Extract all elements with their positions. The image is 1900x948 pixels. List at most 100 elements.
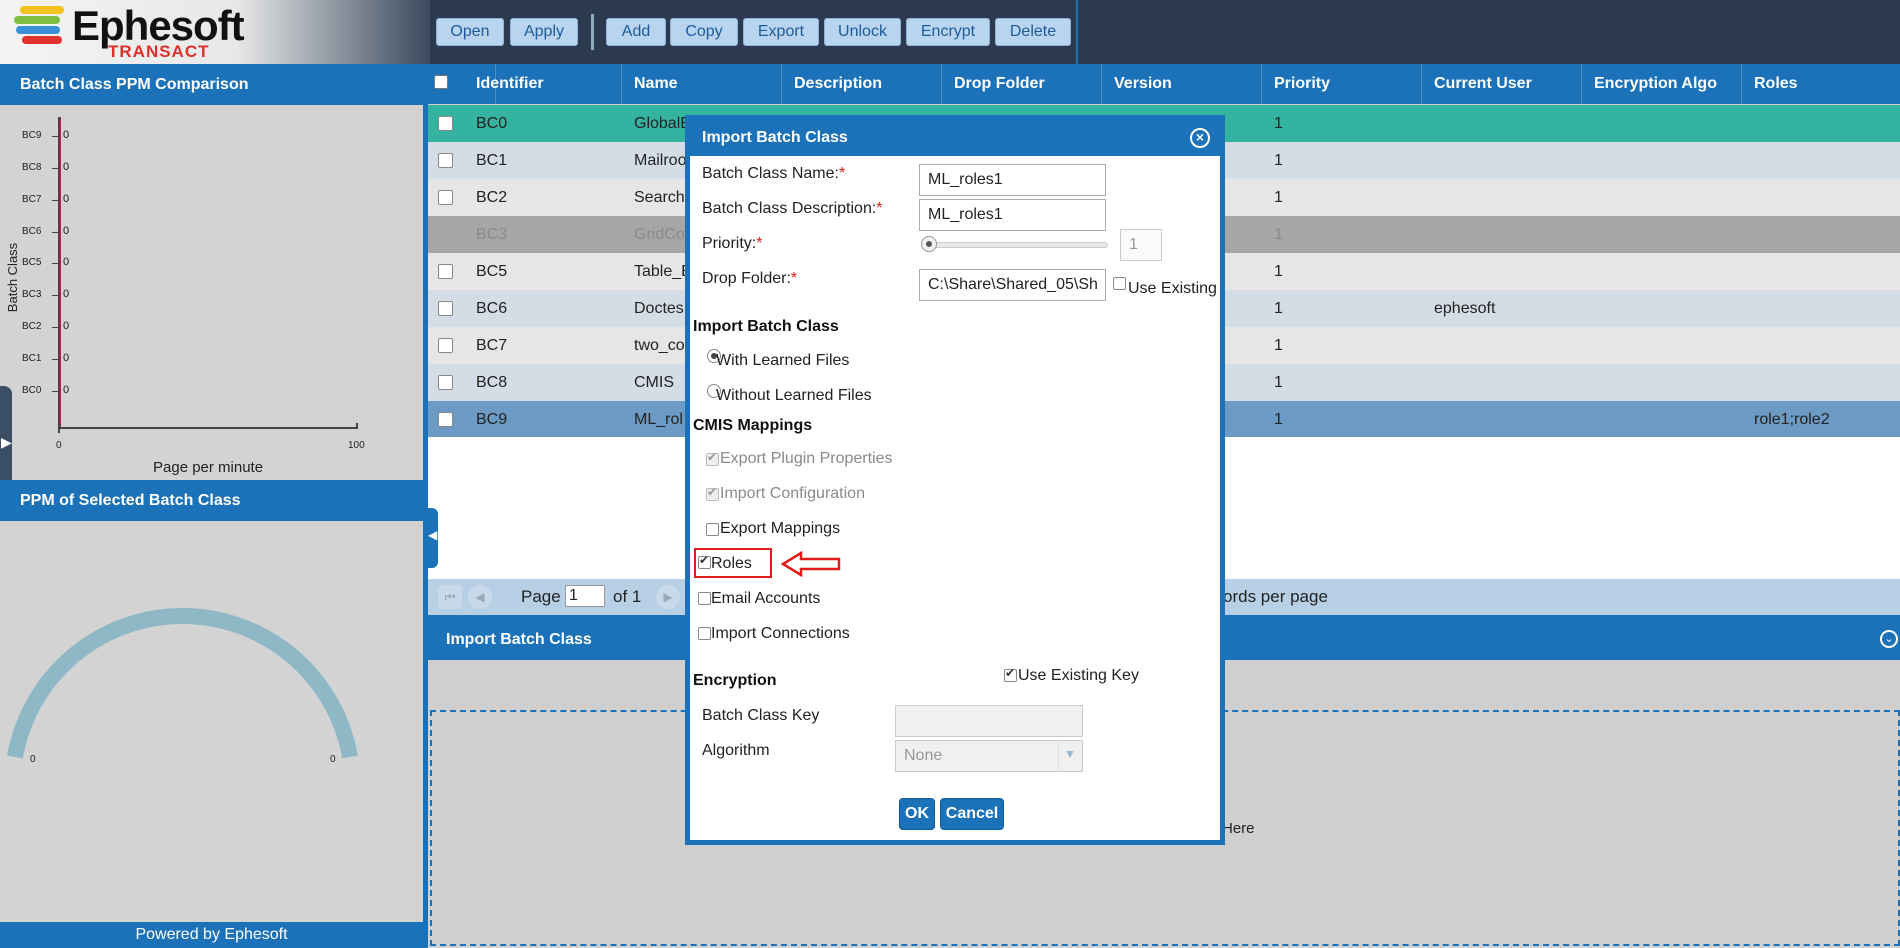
ok-button[interactable]: OK <box>899 798 935 830</box>
col-current-user[interactable]: Current User <box>1422 64 1582 104</box>
export-button[interactable]: Export <box>743 18 819 46</box>
chart-y-label: Batch Class <box>5 242 21 313</box>
batch-class-name-input[interactable]: ML_roles1 <box>919 164 1106 196</box>
cancel-button[interactable]: Cancel <box>940 798 1004 830</box>
chart-series-line <box>60 117 61 429</box>
cell-identifier: BC6 <box>476 300 508 317</box>
batch-class-key-input[interactable] <box>895 705 1083 737</box>
delete-button[interactable]: Delete <box>995 18 1071 46</box>
prev-page-icon[interactable]: ◀ <box>468 585 492 609</box>
first-page-icon[interactable]: ⏮ <box>438 585 462 609</box>
col-roles[interactable]: Roles <box>1742 64 1900 104</box>
export-plugin-properties-checkbox[interactable] <box>706 450 719 466</box>
row-checkbox[interactable] <box>438 375 453 390</box>
row-checkbox[interactable] <box>438 264 453 279</box>
row-checkbox[interactable] <box>438 190 453 205</box>
import-configuration-checkbox[interactable] <box>706 485 719 501</box>
open-button[interactable]: Open <box>436 18 504 46</box>
add-button[interactable]: Add <box>606 18 666 46</box>
use-existing-checkbox[interactable] <box>1113 277 1126 290</box>
cell-priority: 1 <box>1274 226 1283 243</box>
cell-roles <box>1742 179 1900 216</box>
gauge-min: 0 <box>30 754 36 765</box>
col-drop-folder[interactable]: Drop Folder <box>942 64 1102 104</box>
roles-checkbox[interactable] <box>698 553 711 569</box>
bar-value-label: 0 <box>63 320 70 333</box>
priority-slider-handle[interactable] <box>921 236 937 252</box>
page-label: Page <box>521 587 561 606</box>
col-name[interactable]: Name <box>622 64 782 104</box>
with-learned-files-label: With Learned Files <box>716 352 850 369</box>
chart-x-axis <box>58 427 358 429</box>
roles-label: Roles <box>711 555 752 572</box>
bar-value-label: 0 <box>63 192 70 205</box>
use-existing-label: Use Existing <box>1128 280 1217 297</box>
select-all-checkbox[interactable] <box>434 75 448 89</box>
col-version[interactable]: Version <box>1102 64 1262 104</box>
row-checkbox[interactable] <box>438 301 453 316</box>
cell-identifier: BC0 <box>476 115 508 132</box>
y-tick-label: BC7 <box>22 193 42 205</box>
cell-current-user <box>1422 142 1582 179</box>
col-description[interactable]: Description <box>782 64 942 104</box>
ppm-comparison-chart: Batch Class BC9 0 BC8 0 BC7 0 BC6 0 BC5 0 BC3 0 BC2 0… <box>0 105 423 480</box>
cell-current-user <box>1422 105 1582 142</box>
import-configuration-label: Import Configuration <box>720 485 865 502</box>
import-section-title: Import Batch Class <box>693 318 839 335</box>
without-learned-files-label: Without Learned Files <box>716 387 872 404</box>
chevron-down-icon[interactable]: ⌄ <box>1880 630 1898 648</box>
priority-value-input[interactable]: 1 <box>1120 229 1162 261</box>
col-encryption-algo[interactable]: Encryption Algo <box>1582 64 1742 104</box>
bar-value-label: 0 <box>63 256 70 269</box>
logo-subtext: TRANSACT <box>108 42 210 61</box>
cell-priority: 1 <box>1274 411 1283 428</box>
algorithm-select[interactable]: None ▼ <box>895 740 1083 772</box>
cell-priority: 1 <box>1274 374 1283 391</box>
algorithm-select-divider <box>1058 741 1059 771</box>
description-label: Batch Class Description:* <box>702 200 883 217</box>
gauge-arc <box>7 608 358 759</box>
cell-priority: 1 <box>1274 263 1283 280</box>
collapse-arrow-icon: ◀ <box>428 528 438 542</box>
x-tick-mark-100 <box>356 423 358 429</box>
page-number-input[interactable]: 1 <box>565 585 605 607</box>
cell-current-user: ephesoft <box>1434 300 1496 317</box>
bar-value-label: 0 <box>63 351 70 364</box>
cell-current-user <box>1422 364 1582 401</box>
close-icon[interactable]: × <box>1190 128 1210 148</box>
dialog-titlebar: Import Batch Class × <box>690 120 1220 156</box>
priority-slider-track[interactable] <box>922 242 1108 248</box>
col-priority[interactable]: Priority <box>1262 64 1422 104</box>
row-checkbox[interactable] <box>438 412 453 427</box>
apply-button[interactable]: Apply <box>510 18 578 46</box>
toolbar-edge <box>1076 0 1078 64</box>
dropdown-arrow-icon[interactable]: ▼ <box>1064 747 1076 761</box>
email-accounts-checkbox[interactable] <box>698 592 711 605</box>
row-checkbox[interactable] <box>438 116 453 131</box>
encryption-section-title: Encryption <box>693 672 777 689</box>
next-page-icon[interactable]: ▶ <box>656 585 680 609</box>
copy-button[interactable]: Copy <box>670 18 738 46</box>
batch-class-description-input[interactable]: ML_roles1 <box>919 199 1106 231</box>
cell-current-user <box>1422 253 1582 290</box>
logo-area: Ephesoft TRANSACT <box>0 0 430 64</box>
col-identifier[interactable]: Identifier <box>464 64 622 104</box>
annotation-arrow-icon <box>781 550 841 578</box>
priority-label: Priority:* <box>702 235 763 252</box>
export-mappings-checkbox[interactable] <box>706 523 719 536</box>
import-connections-checkbox[interactable] <box>698 627 711 640</box>
unlock-button[interactable]: Unlock <box>824 18 901 46</box>
row-checkbox[interactable] <box>438 153 453 168</box>
footer: Powered by Ephesoft <box>0 922 423 948</box>
collapse-tab[interactable]: ◀ <box>428 508 438 568</box>
encrypt-button[interactable]: Encrypt <box>906 18 990 46</box>
drop-folder-input[interactable]: C:\Share\Shared_05\Sh <box>919 269 1106 301</box>
row-checkbox[interactable] <box>438 338 453 353</box>
cell-identifier: BC9 <box>476 411 508 428</box>
y-tick-label: BC2 <box>22 321 42 333</box>
cell-priority: 1 <box>1274 152 1283 169</box>
cell-identifier: BC7 <box>476 337 508 354</box>
y-tick-label: BC9 <box>22 130 42 142</box>
cell-priority: 1 <box>1274 300 1283 317</box>
use-existing-key-checkbox[interactable] <box>1004 666 1017 682</box>
